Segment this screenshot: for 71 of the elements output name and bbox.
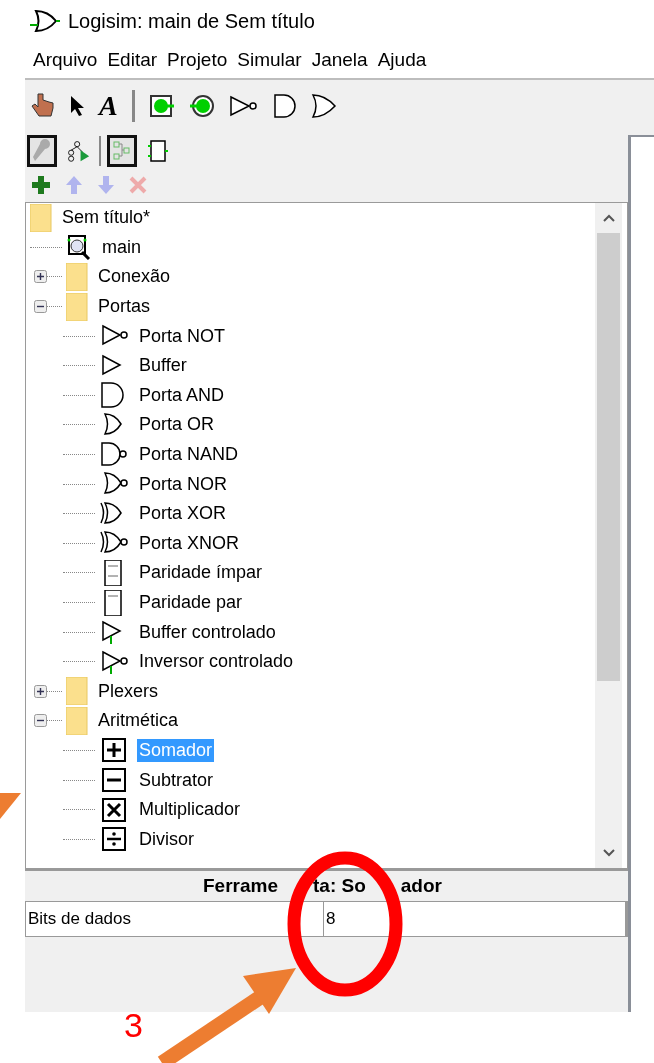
menu-item[interactable]: Ajuda xyxy=(377,49,427,71)
hand-icon xyxy=(31,92,55,120)
expand-toggle[interactable] xyxy=(34,684,47,698)
tree-item[interactable]: main xyxy=(100,235,143,259)
menu-item[interactable]: Janela xyxy=(311,49,368,71)
folder-label[interactable]: Aritmética xyxy=(96,709,180,733)
tree-play-icon xyxy=(66,138,90,164)
folder-icon xyxy=(66,292,88,321)
tree-item[interactable]: Porta NOR xyxy=(137,472,230,496)
attributes-title: ta: So xyxy=(313,875,366,897)
tree-item[interactable]: Subtrator xyxy=(137,768,216,792)
pointer-icon xyxy=(69,94,85,118)
expand-toggle[interactable] xyxy=(34,270,47,284)
folder-icon xyxy=(66,263,88,291)
scroll-up-icon[interactable] xyxy=(602,214,615,222)
attributes-title: ador xyxy=(400,875,442,897)
scrollbar[interactable] xyxy=(595,203,622,868)
tree-item[interactable]: Porta AND xyxy=(137,383,227,407)
attributes-title: Ferrame xyxy=(203,875,278,897)
menu-item[interactable]: Simular xyxy=(237,49,302,71)
attribute-value[interactable]: 8 xyxy=(324,902,625,936)
attribute-name: Bits de dados xyxy=(26,902,324,936)
nand-gate-icon xyxy=(99,441,129,468)
scroll-down-icon[interactable] xyxy=(602,849,615,857)
toolbar-toggle[interactable] xyxy=(107,135,137,167)
folder-label[interactable]: Conexão xyxy=(96,265,173,289)
folder-icon xyxy=(66,677,88,706)
folder-label[interactable]: Sem título* xyxy=(60,206,153,230)
folder-icon xyxy=(66,706,88,735)
tree-item[interactable]: Divisor xyxy=(137,827,196,851)
collapse-toggle[interactable] xyxy=(34,714,47,728)
tree-item[interactable]: Porta XOR xyxy=(137,502,229,526)
controlled-inverter-icon xyxy=(99,648,129,675)
circuit-magnifier-icon xyxy=(66,234,92,261)
window-title: Logisim: main de Sem título xyxy=(68,9,315,33)
text-tool[interactable]: A xyxy=(99,90,118,122)
subtractor-icon xyxy=(99,767,129,794)
output-pin-icon xyxy=(188,94,215,118)
menu-item[interactable]: Arquivo xyxy=(33,49,98,71)
annotation-number: 3 xyxy=(124,1006,143,1045)
multiplier-icon xyxy=(99,796,129,823)
input-pin-icon xyxy=(148,94,175,118)
tree-item[interactable]: Inversor controlado xyxy=(137,650,296,674)
and-gate-icon xyxy=(272,93,297,119)
menu-item[interactable]: Projeto xyxy=(167,49,228,71)
tree-item[interactable]: Buffer controlado xyxy=(137,620,278,644)
annotation-arrow xyxy=(0,793,21,819)
circuit-appearance-icon xyxy=(148,138,168,164)
tree-item[interactable]: Porta NAND xyxy=(137,443,241,467)
tree-item[interactable]: Porta XNOR xyxy=(137,531,242,555)
canvas[interactable] xyxy=(628,135,654,1012)
tree-item[interactable]: Porta OR xyxy=(137,413,217,437)
logisim-logo-icon xyxy=(30,9,60,33)
tree-item[interactable]: Paridade par xyxy=(137,591,245,614)
scroll-thumb[interactable] xyxy=(597,233,620,681)
wrench-icon xyxy=(31,139,53,163)
folder-label[interactable]: Plexers xyxy=(96,679,161,703)
or-gate-icon xyxy=(310,93,337,119)
tree-item[interactable]: Paridade ímpar xyxy=(137,561,265,585)
not-gate-icon xyxy=(228,95,259,117)
folder-label[interactable]: Portas xyxy=(96,295,153,319)
tree-item[interactable]: Porta NOT xyxy=(137,324,228,348)
folder-icon xyxy=(30,203,52,232)
add-icon[interactable] xyxy=(31,175,51,195)
adder-icon xyxy=(99,737,129,764)
circuit-layout-icon xyxy=(111,139,133,163)
tree-item[interactable]: Multiplicador xyxy=(137,798,243,822)
menu-item[interactable]: Editar xyxy=(107,49,158,71)
tree-item[interactable]: Buffer xyxy=(137,354,189,378)
collapse-toggle[interactable] xyxy=(34,300,47,314)
toolbar-toggle[interactable] xyxy=(27,135,57,167)
